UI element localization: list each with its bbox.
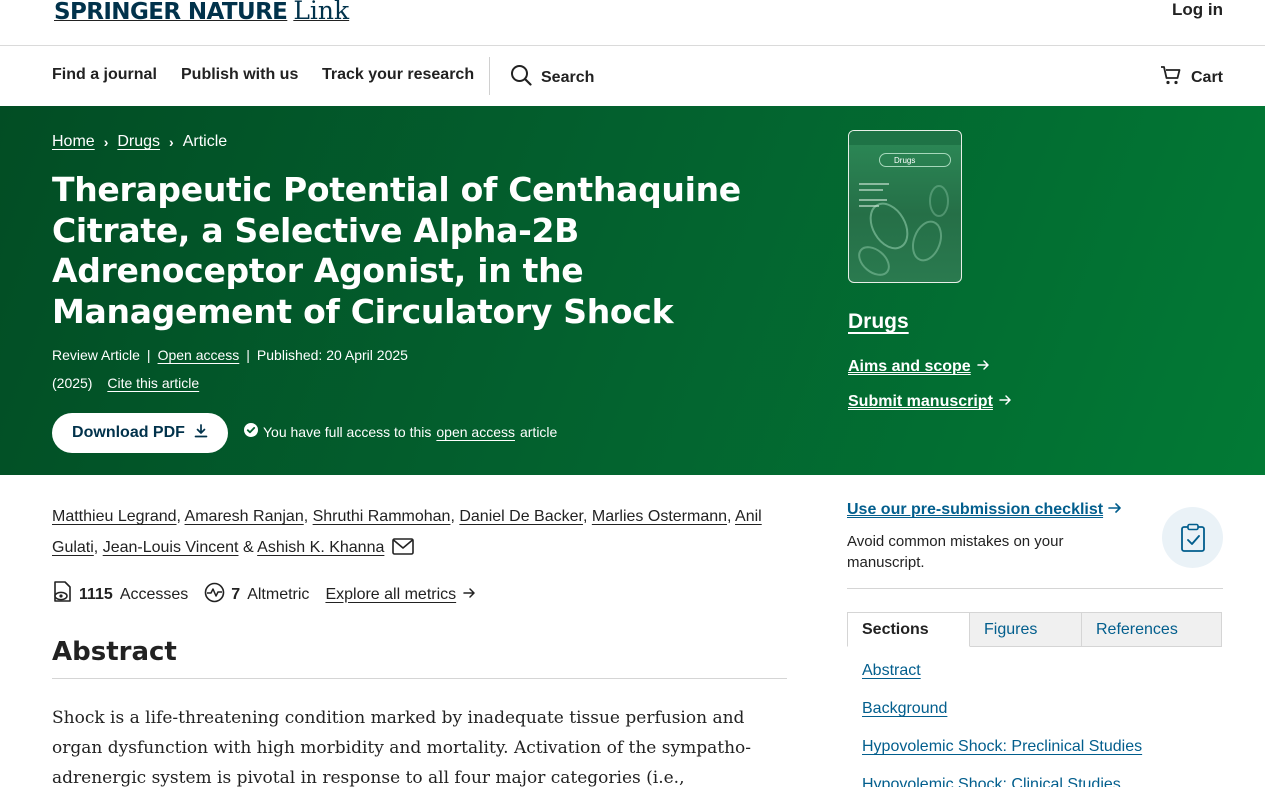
published-date: Published: 20 April 2025 [256, 347, 408, 363]
section-link-hypovolemic-clinical[interactable]: Hypovolemic Shock: Clinical Studies [862, 776, 1121, 787]
author-link[interactable]: Shruthi Rammohan [313, 508, 451, 525]
aims-scope-label: Aims and scope [848, 358, 971, 375]
access-open-access-link[interactable]: open access [436, 424, 515, 440]
cover-artwork [858, 183, 949, 276]
check-circle-icon [244, 423, 258, 440]
chevron-right-icon: › [169, 134, 174, 150]
article-type: Review Article [52, 347, 140, 363]
pre-submission-checklist-link[interactable]: Use our pre-submission checklist [847, 501, 1122, 519]
altmetric-label: Altmetric [247, 585, 310, 603]
access-prefix: You have full access to this [263, 423, 432, 440]
arrow-right-icon [1108, 501, 1122, 519]
chevron-right-icon: › [103, 134, 109, 150]
envelope-icon[interactable] [392, 535, 414, 566]
article-metrics: 1115 Accesses 7 Altmetric Explore all me… [52, 581, 476, 608]
download-pdf-label: Download PDF [72, 424, 185, 441]
explore-metrics-link[interactable]: Explore all metrics [325, 586, 456, 604]
journal-cover-image[interactable]: Drugs [848, 130, 962, 283]
search-label: Search [541, 68, 595, 86]
arrow-right-icon [463, 586, 476, 604]
author-conjunction: & [242, 539, 254, 556]
download-pdf-button[interactable]: Download PDF [52, 413, 228, 453]
open-access-link[interactable]: Open access [158, 347, 240, 363]
search-button[interactable]: Search [510, 64, 594, 91]
tab-references[interactable]: References [1082, 612, 1222, 647]
accesses-icon [52, 581, 73, 608]
breadcrumb-drugs[interactable]: Drugs [117, 133, 160, 151]
breadcrumb-article: Article [182, 133, 228, 150]
author-link[interactable]: Daniel De Backer [459, 508, 583, 525]
altmetric-icon [204, 582, 225, 608]
springer-nature-link-logo[interactable]: SPRINGER NATURE Link [54, 0, 349, 25]
accesses-label: Accesses [119, 585, 189, 603]
cart-icon [1160, 64, 1182, 91]
author-link[interactable]: Marlies Ostermann [592, 508, 727, 525]
breadcrumb-home[interactable]: Home [52, 133, 95, 151]
checklist-description: Avoid common mistakes on your manuscript… [847, 533, 1064, 571]
access-note: You have full access to this open access… [244, 423, 557, 440]
altmetric-count: 7 [231, 585, 241, 603]
nav-track-research[interactable]: Track your research [322, 66, 474, 84]
abstract-heading: Abstract [52, 637, 177, 667]
section-link-hypovolemic-preclinical[interactable]: Hypovolemic Shock: Preclinical Studies [862, 738, 1142, 756]
author-link[interactable]: Matthieu Legrand [52, 508, 177, 525]
abstract-divider [52, 678, 787, 679]
download-icon [194, 423, 208, 443]
author-list: Matthieu Legrand, Amaresh Ranjan, Shruth… [52, 501, 787, 566]
clipboard-check-icon [1162, 507, 1223, 568]
article-hero: Home › Drugs › Article Therapeutic Poten… [0, 106, 1265, 475]
aims-scope-link[interactable]: Aims and scope [848, 358, 990, 376]
nav-find-journal[interactable]: Find a journal [52, 66, 157, 84]
section-link-background[interactable]: Background [862, 700, 947, 718]
section-link-abstract[interactable]: Abstract [862, 662, 921, 680]
accesses-count: 1115 [79, 585, 113, 603]
tab-sections[interactable]: Sections [847, 612, 970, 647]
logo-brand: SPRINGER NATURE [54, 0, 288, 25]
tab-figures[interactable]: Figures [970, 612, 1082, 647]
submit-manuscript-link[interactable]: Submit manuscript [848, 393, 1012, 411]
search-icon [510, 64, 532, 91]
article-title: Therapeutic Potential of Centhaquine Cit… [52, 170, 741, 331]
author-link[interactable]: Amaresh Ranjan [185, 508, 304, 525]
nav-publish-with-us[interactable]: Publish with us [181, 66, 298, 84]
logo-product: Link [293, 0, 350, 25]
submit-manuscript-label: Submit manuscript [848, 393, 993, 410]
access-suffix: article [519, 423, 558, 440]
journal-name-link[interactable]: Drugs [848, 310, 909, 334]
sidebar-divider [847, 588, 1223, 589]
article-meta-second: (2025) Cite this article [52, 375, 199, 391]
abstract-text: Shock is a life-threatening condition ma… [52, 708, 752, 787]
main-nav: Find a journal Publish with us Track you… [0, 46, 1265, 106]
cite-article-link[interactable]: Cite this article [107, 375, 199, 391]
checklist-link-label: Use our pre-submission checklist [847, 501, 1104, 518]
cart-button[interactable]: Cart [1160, 64, 1223, 91]
cart-label: Cart [1190, 68, 1223, 86]
nav-divider [489, 57, 490, 95]
sidebar-tabs: Sections Figures References [847, 612, 1222, 647]
top-bar: SPRINGER NATURE Link Log in [0, 0, 1265, 46]
article-year: (2025) [52, 375, 93, 391]
author-link[interactable]: Ashish K. Khanna [257, 539, 384, 556]
article-meta: Review Article | Open access | Published: 20… [52, 347, 408, 363]
login-link[interactable]: Log in [1172, 0, 1223, 20]
arrow-right-icon [976, 358, 990, 376]
breadcrumb: Home › Drugs › Article [52, 133, 227, 151]
author-link[interactable]: Jean-Louis Vincent [103, 539, 239, 556]
arrow-right-icon [999, 393, 1012, 411]
